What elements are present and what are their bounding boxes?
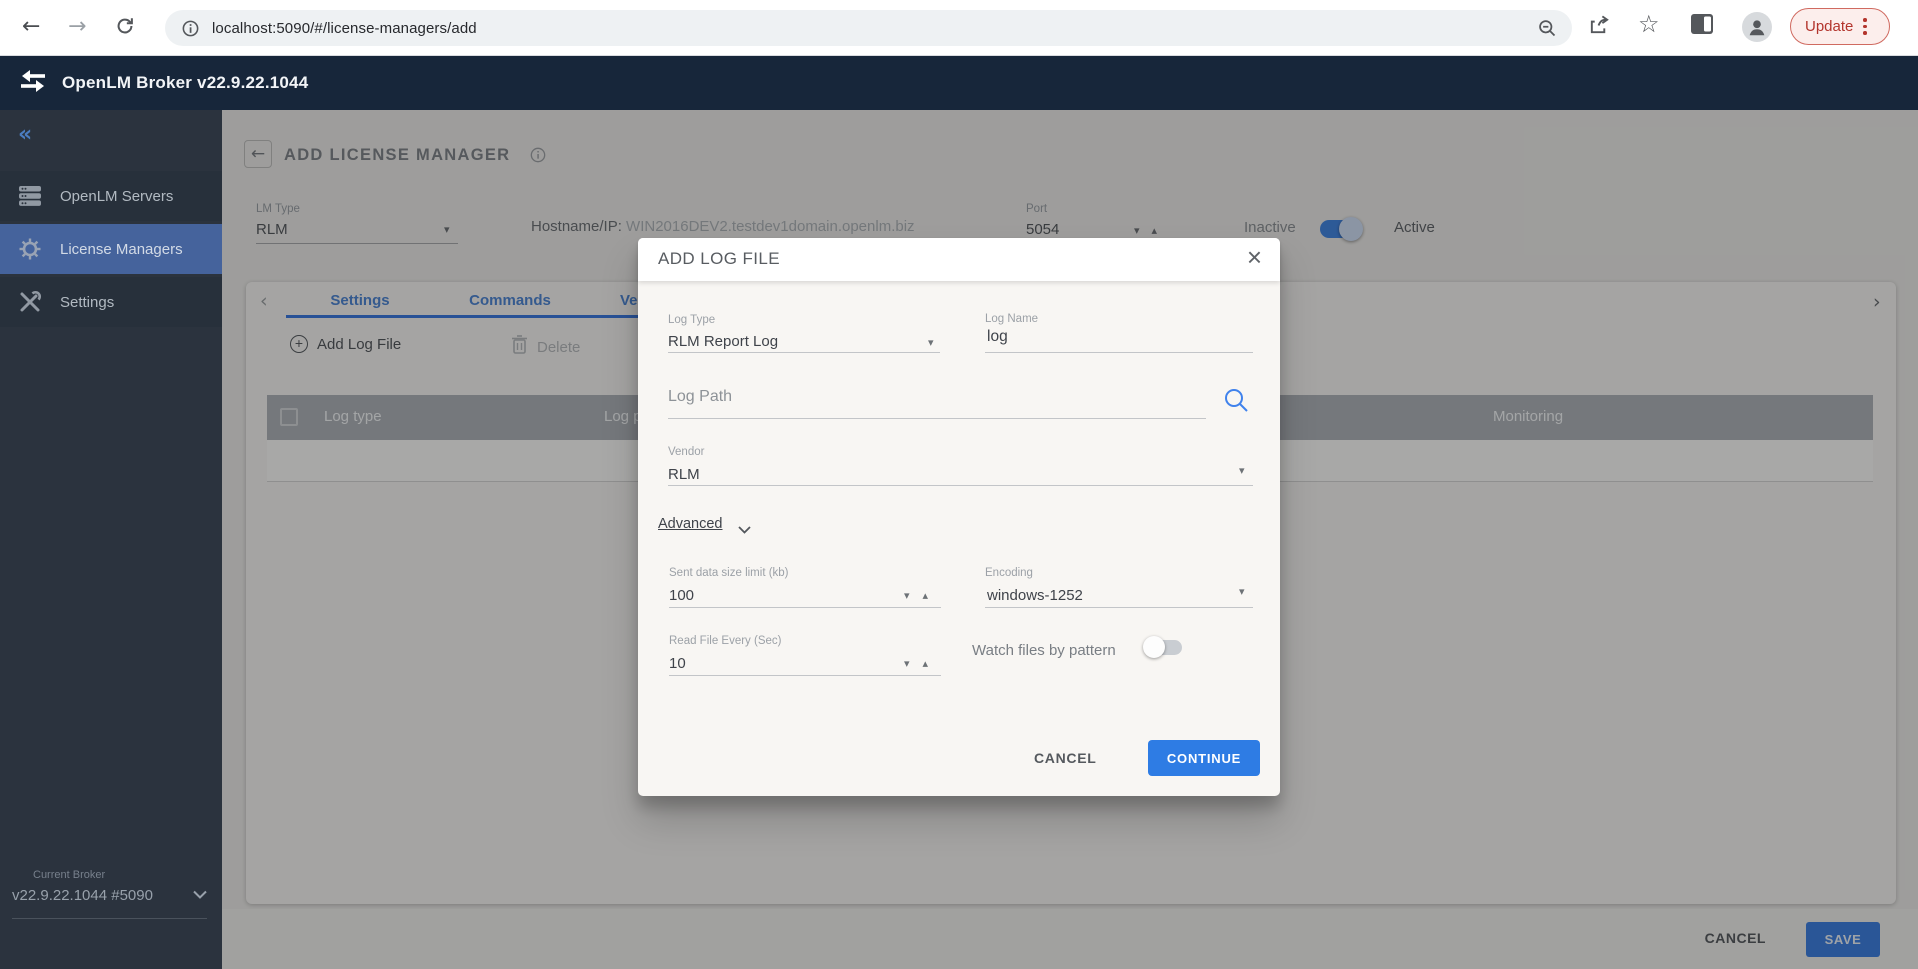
browser-menu-icon[interactable] — [1863, 18, 1867, 35]
tools-icon — [17, 290, 43, 314]
sent-data-size-input[interactable]: 100 — [669, 587, 694, 604]
sent-data-size-label: Sent data size limit (kb) — [669, 567, 789, 579]
dropdown-arrow-icon[interactable]: ▾ — [928, 336, 934, 349]
sidebar-item-openlm-servers[interactable]: OpenLM Servers — [0, 171, 222, 221]
url-bar[interactable]: localhost:5090/#/license-managers/add — [165, 10, 1572, 46]
forward-icon[interactable]: → — [68, 14, 86, 40]
sidebar-item-settings[interactable]: Settings — [0, 277, 222, 327]
app-header: OpenLM Broker v22.9.22.1044 — [0, 56, 1918, 110]
read-file-every-label: Read File Every (Sec) — [669, 635, 781, 647]
number-spinner-icons[interactable]: ▾▴ — [904, 657, 941, 670]
log-path-input[interactable] — [668, 388, 1198, 406]
sidebar-item-license-managers[interactable]: License Managers — [0, 224, 222, 274]
watch-files-toggle[interactable] — [1146, 640, 1182, 655]
chevron-down-icon[interactable] — [738, 521, 751, 539]
dropdown-arrow-icon[interactable]: ▾ — [1239, 585, 1245, 598]
close-icon[interactable]: × — [1247, 242, 1262, 273]
sidebar-item-label: Settings — [60, 294, 114, 311]
field-underline — [985, 352, 1253, 353]
openlm-logo-icon — [18, 68, 48, 99]
watch-files-label: Watch files by pattern — [972, 642, 1116, 659]
field-underline — [669, 675, 941, 676]
browse-path-search-icon[interactable] — [1222, 386, 1250, 419]
reload-icon[interactable] — [114, 15, 136, 43]
url-text[interactable]: localhost:5090/#/license-managers/add — [212, 20, 477, 37]
current-broker-label: Current Broker — [33, 869, 207, 881]
field-underline — [668, 485, 1253, 486]
side-panel-icon[interactable] — [1690, 13, 1714, 40]
log-name-input[interactable] — [987, 328, 1247, 346]
app-title: OpenLM Broker v22.9.22.1044 — [62, 73, 308, 93]
back-icon[interactable]: ← — [22, 14, 40, 40]
chevron-down-icon[interactable] — [193, 886, 207, 904]
dropdown-arrow-icon[interactable]: ▾ — [1239, 464, 1245, 477]
site-info-icon[interactable] — [181, 19, 200, 38]
vendor-select[interactable]: RLM — [668, 466, 700, 483]
update-label: Update — [1805, 18, 1853, 35]
vendor-label: Vendor — [668, 446, 704, 458]
share-icon[interactable] — [1588, 13, 1611, 41]
current-broker-selector[interactable]: Current Broker v22.9.22.1044 #5090 — [12, 869, 207, 919]
current-broker-value: v22.9.22.1044 #5090 — [12, 887, 153, 904]
gear-icon — [17, 237, 43, 261]
field-underline — [985, 607, 1253, 608]
sidebar-item-label: OpenLM Servers — [60, 188, 173, 205]
dialog-continue-button[interactable]: CONTINUE — [1148, 740, 1260, 776]
number-spinner-icons[interactable]: ▾▴ — [904, 589, 941, 602]
sidebar: « OpenLM Servers — [0, 110, 222, 969]
log-type-select[interactable]: RLM Report Log — [668, 333, 778, 350]
sidebar-item-label: License Managers — [60, 241, 183, 258]
profile-avatar[interactable] — [1742, 12, 1772, 42]
log-type-label: Log Type — [668, 314, 715, 326]
zoom-out-icon[interactable] — [1537, 18, 1558, 44]
browser-chrome: ← → localhost:5090/#/license-managers/ad… — [0, 0, 1918, 56]
dialog-title: ADD LOG FILE — [658, 249, 780, 269]
advanced-toggle-link[interactable]: Advanced — [658, 516, 723, 532]
servers-icon — [17, 185, 43, 207]
log-name-label: Log Name — [985, 313, 1038, 325]
dialog-header: ADD LOG FILE × — [638, 238, 1280, 281]
add-log-file-dialog: ADD LOG FILE × Log Type RLM Report Log ▾… — [638, 238, 1280, 796]
browser-update-button[interactable]: Update — [1790, 8, 1890, 45]
field-underline — [669, 607, 941, 608]
dialog-cancel-button[interactable]: CANCEL — [1034, 750, 1097, 766]
sidebar-collapse-icon[interactable]: « — [18, 122, 32, 147]
encoding-select[interactable]: windows-1252 — [987, 587, 1083, 604]
bookmark-star-icon[interactable]: ☆ — [1638, 10, 1660, 38]
field-underline — [668, 352, 940, 353]
read-file-every-input[interactable]: 10 — [669, 655, 686, 672]
field-underline — [668, 418, 1206, 419]
encoding-label: Encoding — [985, 567, 1033, 579]
